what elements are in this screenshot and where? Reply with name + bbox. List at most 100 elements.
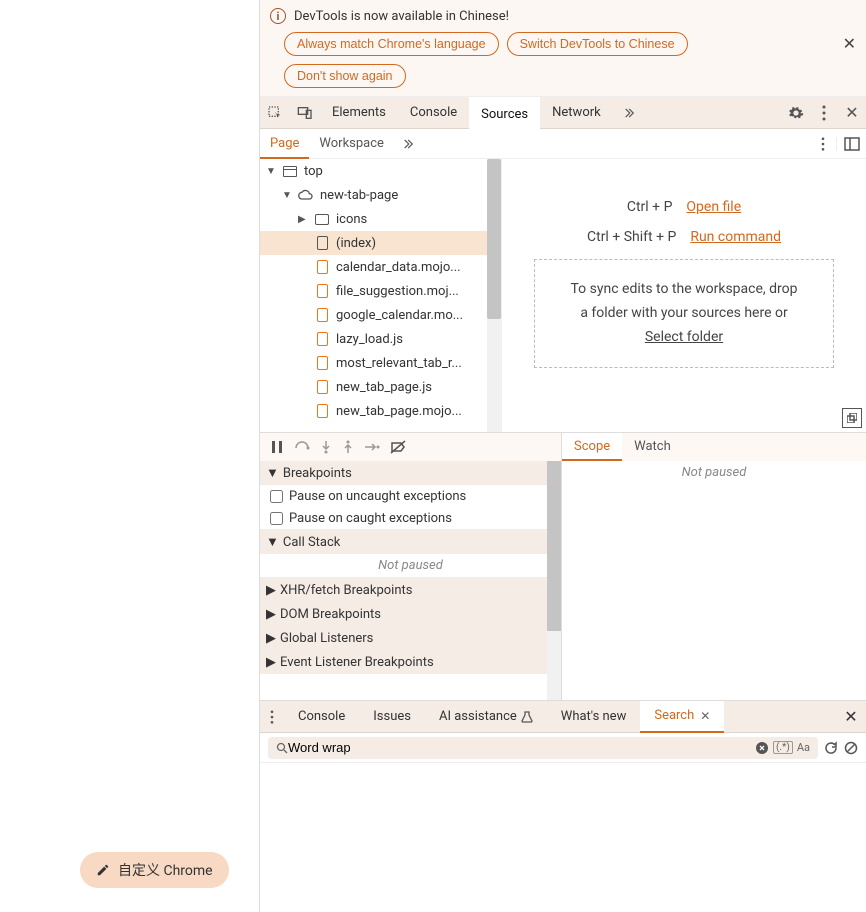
inspect-icon[interactable] — [260, 97, 290, 129]
file-icon — [314, 308, 330, 322]
run-command-link[interactable]: Run command — [690, 229, 781, 245]
drawer-tab-ai[interactable]: AI assistance — [425, 701, 547, 733]
deactivate-breakpoints-icon[interactable] — [390, 440, 406, 454]
tree-node-file[interactable]: most_relevant_tab_r... — [260, 351, 501, 375]
pencil-icon — [96, 863, 110, 877]
file-navigator-tree[interactable]: ▼ top ▼ new-tab-page ▶ icons (index) cal… — [260, 159, 502, 432]
tab-watch[interactable]: Watch — [622, 433, 683, 461]
tree-node-file[interactable]: lazy_load.js — [260, 327, 501, 351]
tree-label: file_suggestion.moj... — [336, 284, 459, 299]
switch-language-button[interactable]: Switch DevTools to Chinese — [507, 32, 688, 56]
pause-caught-row[interactable]: Pause on caught exceptions — [260, 507, 561, 529]
tree-node-file[interactable]: new_tab_page.js — [260, 375, 501, 399]
infobar-message: DevTools is now available in Chinese! — [294, 9, 509, 24]
run-command-shortcut: Ctrl + Shift + P — [587, 229, 676, 245]
more-tabs-icon[interactable] — [613, 97, 643, 129]
scope-not-paused: Not paused — [562, 461, 866, 484]
refresh-search-icon[interactable] — [824, 741, 838, 755]
step-into-icon[interactable] — [320, 440, 332, 454]
tree-label: new_tab_page.js — [336, 380, 432, 395]
file-icon — [314, 236, 330, 250]
drawer-tab-console[interactable]: Console — [284, 701, 359, 733]
tree-node-index[interactable]: (index) — [260, 231, 501, 255]
folder-icon — [314, 214, 330, 225]
match-language-button[interactable]: Always match Chrome's language — [284, 32, 499, 56]
drawer-kebab-icon[interactable] — [260, 710, 284, 724]
tree-label: calendar_data.mojo... — [336, 260, 461, 275]
close-devtools-icon[interactable]: ✕ — [838, 97, 866, 129]
tree-node-top[interactable]: ▼ top — [260, 159, 501, 183]
callstack-section-header[interactable]: ▼Call Stack — [260, 530, 561, 554]
tree-node-file[interactable]: calendar_data.mojo... — [260, 255, 501, 279]
dismiss-infobar-button[interactable]: Don't show again — [284, 64, 406, 88]
tree-label: new-tab-page — [320, 188, 398, 203]
clear-all-icon[interactable] — [844, 741, 858, 755]
tab-sources[interactable]: Sources — [469, 97, 540, 129]
breakpoints-section-header[interactable]: ▼ Breakpoints — [260, 461, 561, 485]
show-console-icon[interactable] — [842, 408, 862, 428]
close-infobar-icon[interactable]: ✕ — [843, 36, 856, 52]
tree-label: most_relevant_tab_r... — [336, 356, 462, 371]
step-out-icon[interactable] — [342, 440, 354, 454]
open-file-shortcut: Ctrl + P — [627, 199, 673, 215]
chevron-down-icon: ▼ — [266, 166, 276, 177]
global-section-header[interactable]: ▶ Global Listeners — [260, 626, 561, 650]
subtab-kebab-icon[interactable] — [810, 137, 836, 151]
tree-scrollbar[interactable] — [487, 159, 501, 432]
tree-label: (index) — [336, 236, 376, 251]
workspace-dropzone[interactable]: To sync edits to the workspace, drop a f… — [534, 259, 834, 368]
debugger-toolbar — [260, 433, 562, 461]
subtab-page[interactable]: Page — [260, 129, 309, 159]
section-label: Breakpoints — [283, 466, 352, 481]
chevron-down-icon: ▼ — [266, 465, 279, 481]
subtab-workspace[interactable]: Workspace — [309, 129, 394, 159]
section-label: Global Listeners — [280, 631, 373, 646]
drawer-tab-search[interactable]: Search✕ — [640, 701, 724, 733]
drawer-tabs: Console Issues AI assistance What's new … — [260, 701, 866, 733]
more-subtabs-icon[interactable] — [394, 137, 420, 151]
tree-label: icons — [336, 212, 367, 227]
toggle-sidebar-icon[interactable] — [836, 137, 866, 151]
step-over-icon[interactable] — [294, 440, 310, 454]
tree-node-ntp[interactable]: ▼ new-tab-page — [260, 183, 501, 207]
tab-scope[interactable]: Scope — [562, 433, 622, 461]
pause-icon[interactable] — [270, 440, 284, 454]
kebab-menu-icon[interactable] — [810, 97, 838, 129]
tab-console[interactable]: Console — [398, 97, 469, 129]
checkbox-label: Pause on caught exceptions — [289, 511, 452, 526]
search-icon — [276, 742, 288, 754]
step-icon[interactable] — [364, 441, 380, 453]
open-file-link[interactable]: Open file — [686, 199, 741, 215]
chevron-right-icon: ▶ — [266, 631, 276, 646]
tree-node-icons[interactable]: ▶ icons — [260, 207, 501, 231]
tree-node-file[interactable]: google_calendar.mo... — [260, 303, 501, 327]
dom-section-header[interactable]: ▶DOM Breakpoints — [260, 602, 561, 626]
pause-caught-checkbox[interactable] — [270, 512, 283, 525]
clear-search-icon[interactable] — [755, 741, 769, 755]
tree-node-file[interactable]: file_suggestion.moj... — [260, 279, 501, 303]
chevron-down-icon: ▼ — [266, 534, 279, 550]
debugger-scrollbar[interactable] — [547, 461, 561, 700]
customize-chrome-button[interactable]: 自定义 Chrome — [80, 852, 229, 888]
tab-elements[interactable]: Elements — [320, 97, 398, 129]
drawer-tab-issues[interactable]: Issues — [359, 701, 425, 733]
pause-uncaught-row[interactable]: Pause on uncaught exceptions — [260, 485, 561, 507]
tree-node-file[interactable]: new_tab_page.mojo... — [260, 399, 501, 423]
file-icon — [314, 356, 330, 370]
scope-panel: Not paused — [562, 461, 866, 700]
search-input[interactable] — [288, 740, 755, 755]
select-folder-link[interactable]: Select folder — [645, 329, 723, 345]
pause-uncaught-checkbox[interactable] — [270, 490, 283, 503]
tab-network[interactable]: Network — [540, 97, 613, 129]
close-tab-icon[interactable]: ✕ — [700, 700, 710, 732]
close-drawer-icon[interactable]: ✕ — [836, 709, 866, 725]
device-toggle-icon[interactable] — [290, 97, 320, 129]
settings-gear-icon[interactable] — [782, 97, 810, 129]
event-section-header[interactable]: ▶Event Listener Breakpoints — [260, 650, 561, 674]
devtools-panel: i DevTools is now available in Chinese! … — [259, 0, 866, 912]
case-sensitive-icon[interactable]: Aa — [797, 741, 810, 754]
xhr-section-header[interactable]: ▶XHR/fetch Breakpoints — [260, 578, 561, 602]
regex-icon[interactable]: (.*) — [773, 741, 793, 754]
file-icon — [314, 380, 330, 394]
drawer-tab-whatsnew[interactable]: What's new — [547, 701, 641, 733]
